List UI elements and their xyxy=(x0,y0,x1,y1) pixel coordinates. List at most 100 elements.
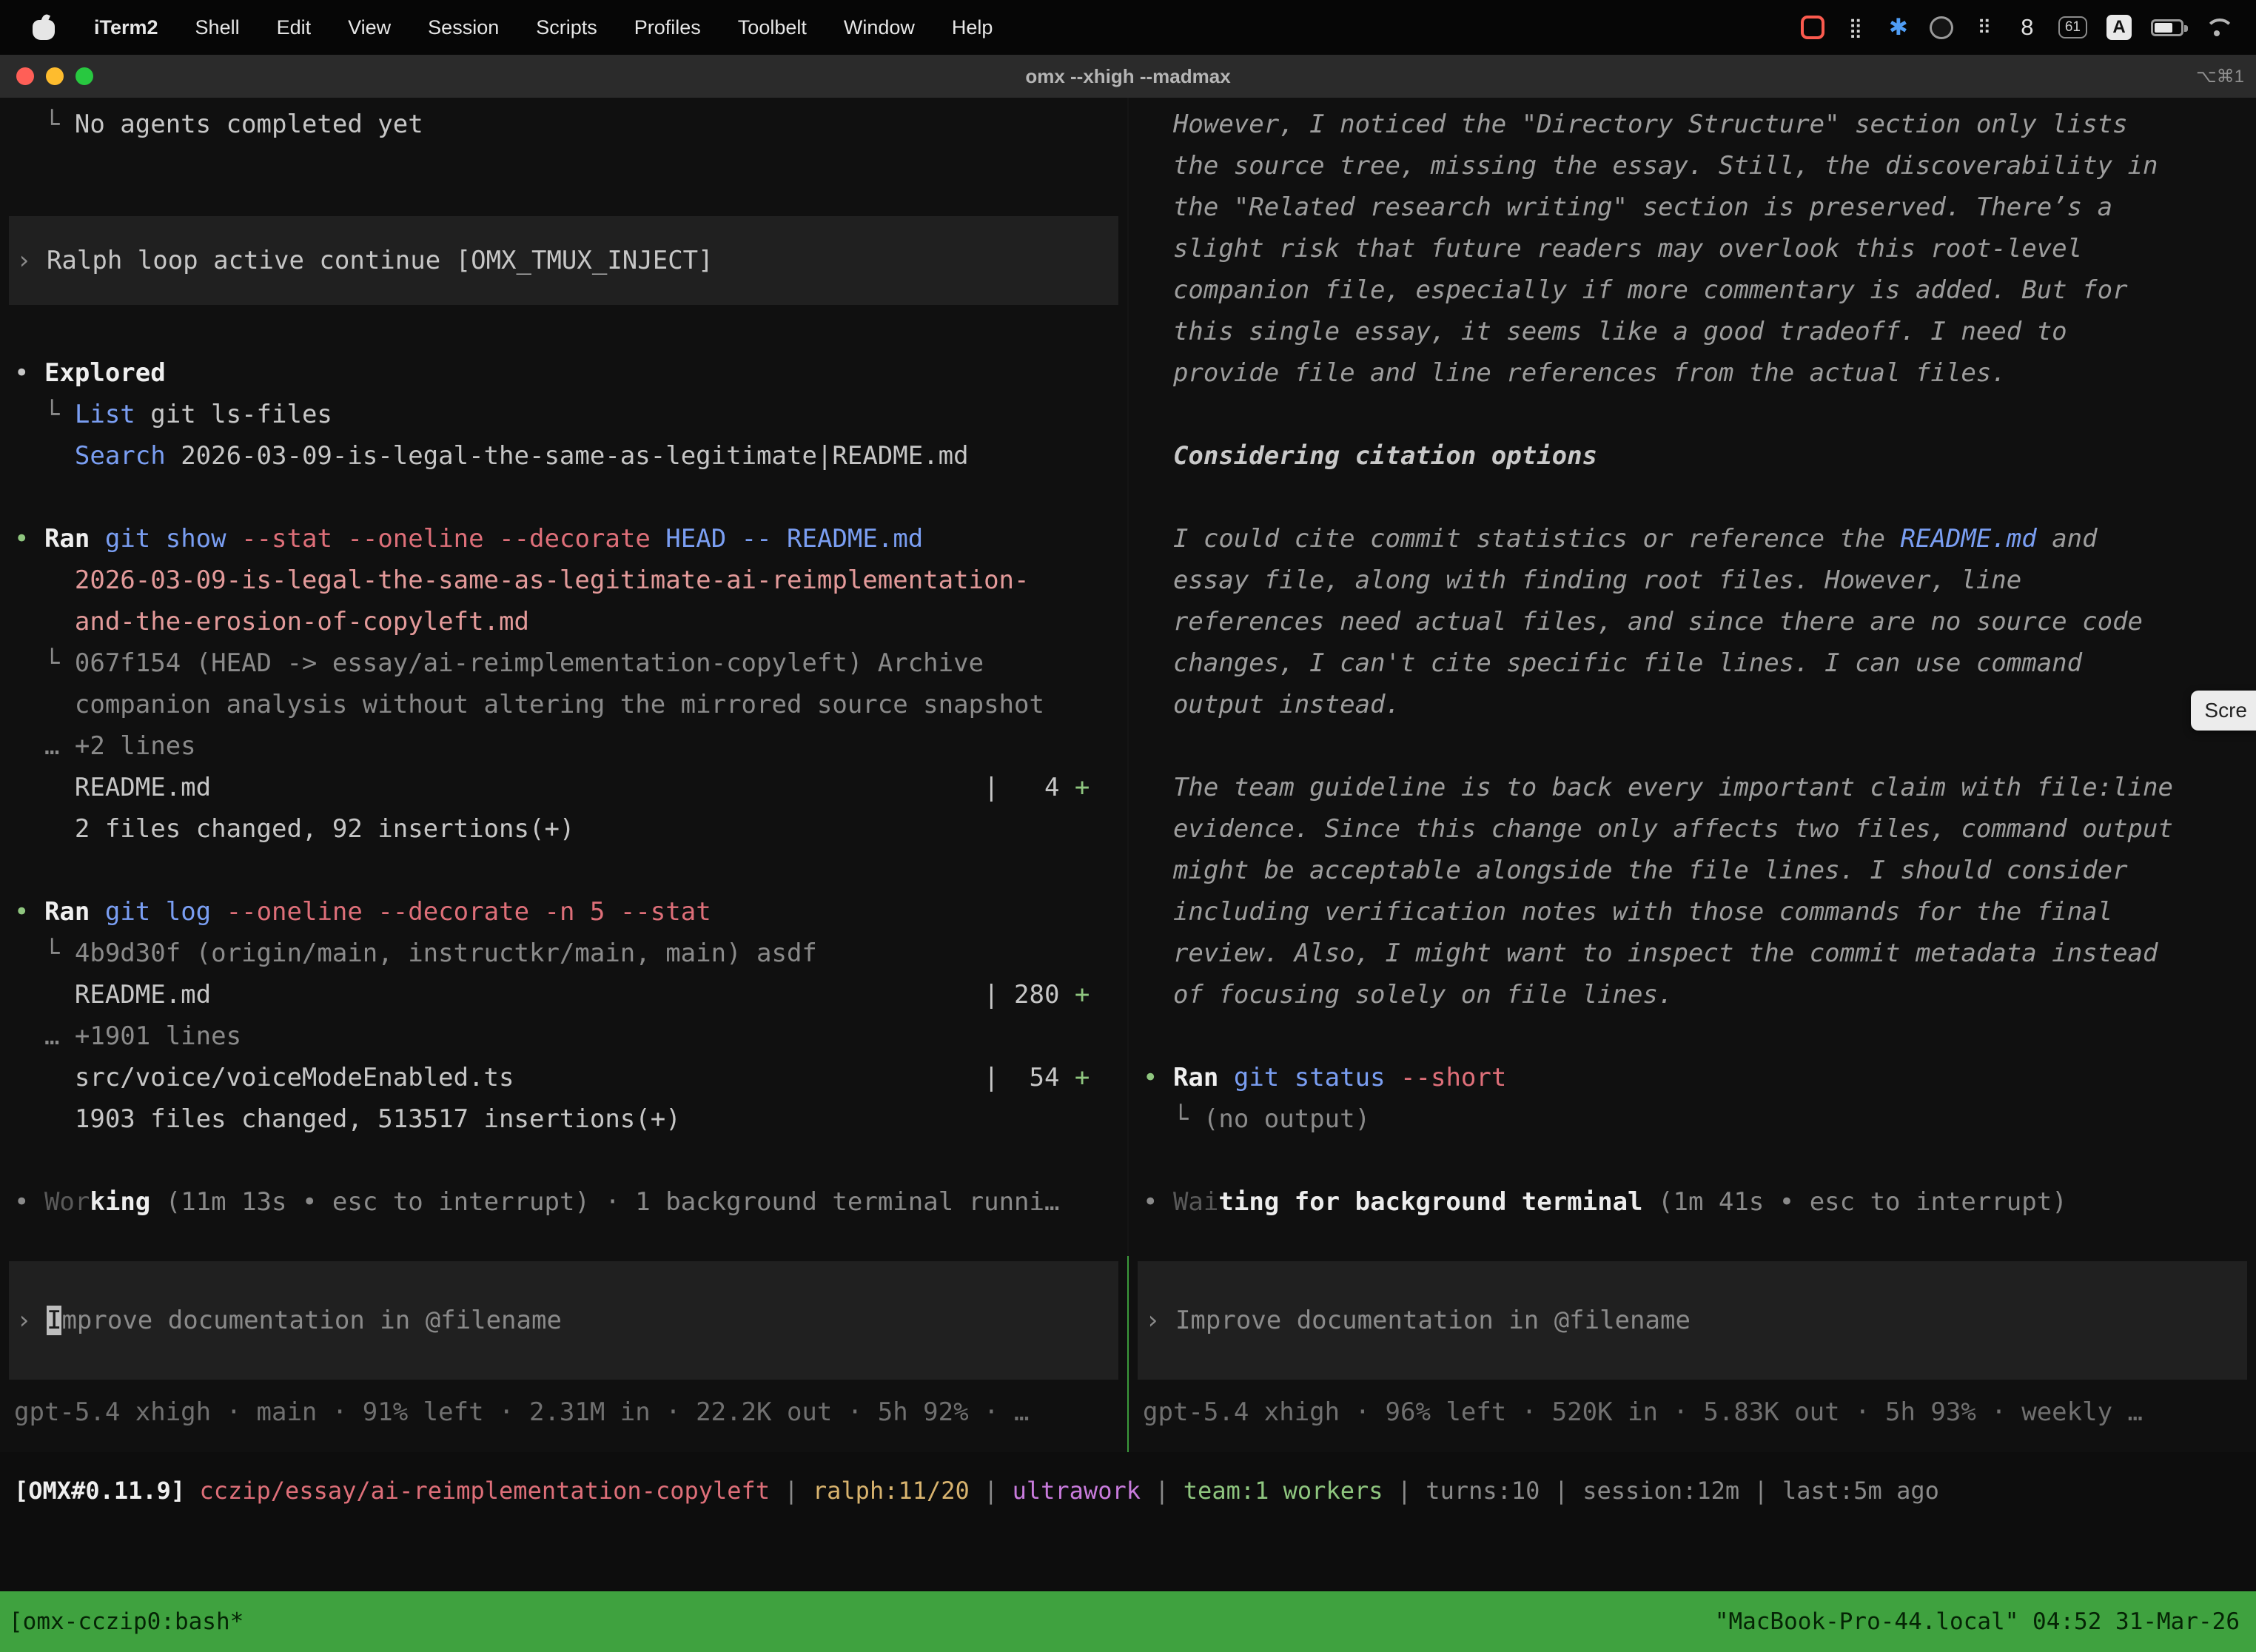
dark-circle-app-icon[interactable] xyxy=(1930,16,1953,39)
text-segment xyxy=(651,524,665,554)
text-segment: README.md | 280 xyxy=(14,980,1075,1010)
text-segment: Ran xyxy=(1173,1063,1218,1092)
text-segment: Considering citation options xyxy=(1143,441,1597,471)
right-pane-scrollback[interactable]: However, I noticed the "Directory Struct… xyxy=(1129,98,2256,1261)
terminal-line: README.md | 4 + xyxy=(0,767,1127,808)
menu-item-scripts[interactable]: Scripts xyxy=(517,16,616,39)
terminal-line: gpt-5.4 xhigh · main · 91% left · 2.31M … xyxy=(0,1391,1127,1433)
figure-eight-icon[interactable]: 8 xyxy=(2015,12,2039,43)
menu-item-session[interactable]: Session xyxy=(409,16,517,39)
screen-recording-icon[interactable] xyxy=(1801,16,1824,39)
text-segment: king xyxy=(90,1187,150,1217)
apple-menu-icon[interactable] xyxy=(33,13,55,41)
text-segment: › xyxy=(16,246,47,275)
terminal-line xyxy=(1129,1140,2256,1181)
input-source-icon[interactable]: A xyxy=(2106,15,2132,40)
text-segment: Search xyxy=(75,441,166,471)
terminal-line: └ (no output) xyxy=(1129,1098,2256,1140)
window-title-bar: omx --xhigh --madmax ⌥⌘1 xyxy=(0,55,2256,98)
terminal-line: 2 files changed, 92 insertions(+) xyxy=(0,808,1127,850)
screen-overlay-button[interactable]: Scre xyxy=(2191,691,2256,731)
text-segment: git ls-files xyxy=(135,400,332,429)
tmux-host-time: "MacBook-Pro-44.local" 04:52 31-Mar-26 xyxy=(1715,1608,2240,1635)
left-pane-scrollback[interactable]: └ No agents completed yet › Ralph loop a… xyxy=(0,98,1127,1261)
terminal-line: • Ran git show --stat --oneline --decora… xyxy=(0,518,1127,560)
prompt-input-right[interactable]: › Improve documentation in @filename xyxy=(1138,1261,2247,1380)
text-segment xyxy=(1386,1063,1400,1092)
menu-item-shell[interactable]: Shell xyxy=(177,16,258,39)
text-segment: references need actual files, and since … xyxy=(1143,607,2143,637)
wifi-icon[interactable] xyxy=(2203,16,2231,38)
text-segment: ultrawork xyxy=(1013,1477,1141,1505)
text-segment xyxy=(211,897,226,927)
battery-icon[interactable] xyxy=(2151,19,2183,36)
terminal-line: evidence. Since this change only affects… xyxy=(1129,808,2256,850)
text-segment: Explored xyxy=(44,358,166,388)
minimize-button[interactable] xyxy=(46,67,64,85)
text-segment: cczip/essay/ai-reimplementation-copyleft xyxy=(199,1477,770,1505)
dots-grid-icon[interactable]: ⣿ xyxy=(1844,12,1867,43)
text-segment: git status xyxy=(1234,1063,1386,1092)
battery-percentage-badge[interactable]: 61 xyxy=(2058,16,2087,39)
terminal-line: └ 067f154 (HEAD -> essay/ai-reimplementa… xyxy=(0,642,1127,684)
terminal-line xyxy=(1129,394,2256,435)
text-segment: 1903 files changed, 513517 insertions(+) xyxy=(14,1104,681,1134)
menu-item-window[interactable]: Window xyxy=(825,16,933,39)
left-pane: └ No agents completed yet › Ralph loop a… xyxy=(0,98,1127,1452)
text-segment: | xyxy=(770,1477,813,1505)
menu-item-profiles[interactable]: Profiles xyxy=(616,16,719,39)
asterisk-app-icon[interactable]: ✱ xyxy=(1887,12,1910,43)
text-segment: Improve documentation in @filename xyxy=(1175,1306,1691,1335)
text-segment: git log xyxy=(105,897,211,927)
pane-status-left-lines: gpt-5.4 xhigh · main · 91% left · 2.31M … xyxy=(0,1391,1127,1433)
menu-item-view[interactable]: View xyxy=(329,16,409,39)
terminal-line: output instead. xyxy=(1129,684,2256,725)
text-segment: this single essay, it seems like a good … xyxy=(1143,317,2067,346)
terminal-line xyxy=(0,1140,1127,1181)
terminal-line: src/voice/voiceModeEnabled.ts | 54 + xyxy=(0,1057,1127,1098)
pane-status-right: gpt-5.4 xhigh · 96% left · 520K in · 5.8… xyxy=(1129,1391,2256,1433)
terminal-line: Considering citation options xyxy=(1129,435,2256,477)
terminal-line xyxy=(0,477,1127,518)
right-pane: However, I noticed the "Directory Struct… xyxy=(1129,98,2256,1452)
left-body-lines: • Explored └ List git ls-files Search 20… xyxy=(0,352,1127,1223)
terminal-line xyxy=(1129,1015,2256,1057)
menu-item-toolbelt[interactable]: Toolbelt xyxy=(719,16,825,39)
terminal-line xyxy=(1129,725,2256,767)
text-segment: … +1901 lines xyxy=(14,1021,241,1051)
left-intro-lines: └ No agents completed yet xyxy=(0,104,1127,145)
window-shortcut-badge: ⌥⌘1 xyxy=(2196,66,2256,87)
terminal-line: review. Also, I might want to inspect th… xyxy=(1129,933,2256,974)
text-segment: • xyxy=(14,1187,44,1217)
terminal-line: [OMX#0.11.9] cczip/essay/ai-reimplementa… xyxy=(0,1470,2256,1511)
text-segment: I xyxy=(47,1306,61,1335)
text-segment: slight risk that future readers may over… xyxy=(1143,234,2082,263)
text-segment: › xyxy=(16,1306,47,1335)
text-segment: companion file, especially if more comme… xyxy=(1143,275,2128,305)
text-segment: No agents completed yet xyxy=(75,110,423,139)
menu-item-help[interactable]: Help xyxy=(933,16,1012,39)
menu-item-edit[interactable]: Edit xyxy=(258,16,330,39)
text-segment: • xyxy=(14,524,44,554)
menu-item-iterm2[interactable]: iTerm2 xyxy=(75,16,177,39)
close-button[interactable] xyxy=(16,67,34,85)
zoom-button[interactable] xyxy=(75,67,93,85)
pane-divider[interactable] xyxy=(1127,98,1129,1452)
menu-items: iTerm2ShellEditViewSessionScriptsProfile… xyxy=(75,16,1011,39)
text-segment xyxy=(90,524,104,554)
text-segment: └ xyxy=(1143,1104,1203,1134)
text-segment: | xyxy=(1383,1477,1426,1505)
text-segment: Ran xyxy=(44,524,90,554)
text-segment xyxy=(185,1477,199,1505)
prompt-input-left[interactable]: › Improve documentation in @filename xyxy=(9,1261,1118,1380)
text-segment: Ran xyxy=(44,897,90,927)
text-segment: | xyxy=(970,1477,1013,1505)
app-launcher-icon[interactable]: ⠿ xyxy=(1973,12,1996,43)
text-segment: changes, I can't cite specific file line… xyxy=(1143,648,2082,678)
terminal-line: › Improve documentation in @filename xyxy=(9,1300,1118,1341)
prompt-input-right-lines: › Improve documentation in @filename xyxy=(1138,1300,2247,1341)
terminal-line: … +2 lines xyxy=(0,725,1127,767)
text-segment xyxy=(226,524,241,554)
text-segment: gpt-5.4 xhigh · main · 91% left · 2.31M … xyxy=(14,1397,1029,1427)
terminal-line: the "Related research writing" section i… xyxy=(1129,187,2256,228)
